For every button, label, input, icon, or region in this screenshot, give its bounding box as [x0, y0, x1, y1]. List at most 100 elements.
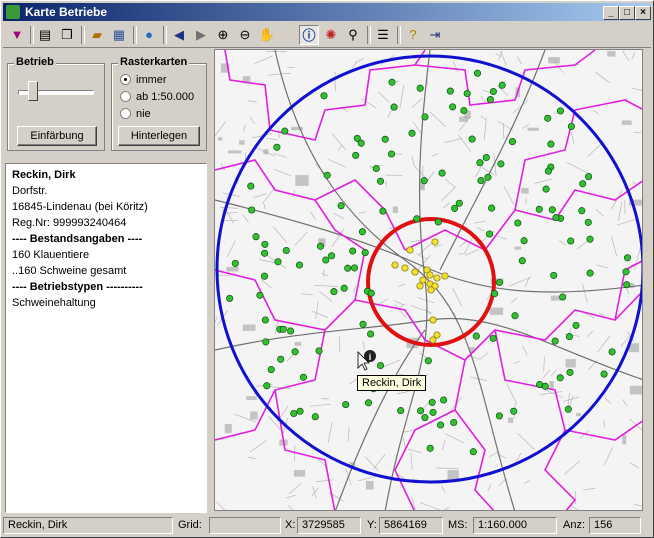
- forward-icon[interactable]: ▶: [191, 25, 211, 45]
- farm-marker[interactable]: [295, 261, 304, 269]
- farm-marker[interactable]: [281, 127, 289, 135]
- farm-marker[interactable]: [322, 256, 330, 264]
- farm-marker[interactable]: [489, 87, 497, 96]
- farm-marker[interactable]: [350, 264, 359, 272]
- farm-marker[interactable]: [608, 348, 616, 356]
- selected-farm-marker[interactable]: [441, 272, 449, 280]
- farm-marker[interactable]: [469, 448, 477, 456]
- farm-marker[interactable]: [477, 177, 485, 185]
- farm-marker[interactable]: [367, 330, 375, 338]
- radio-nie[interactable]: nie: [120, 108, 151, 121]
- farm-marker[interactable]: [544, 167, 552, 175]
- farm-marker[interactable]: [387, 150, 396, 158]
- farm-marker[interactable]: [514, 219, 522, 227]
- measure-icon[interactable]: ✺: [321, 25, 341, 45]
- farm-marker[interactable]: [535, 205, 543, 213]
- farm-marker[interactable]: [291, 348, 299, 356]
- farm-marker[interactable]: [359, 320, 367, 328]
- farm-marker[interactable]: [421, 113, 429, 121]
- farm-marker[interactable]: [344, 264, 352, 272]
- farm-marker[interactable]: [511, 312, 519, 320]
- radio-ab-50000[interactable]: ab 1:50.000: [120, 91, 194, 104]
- farm-marker[interactable]: [247, 182, 255, 190]
- farm-marker[interactable]: [261, 249, 269, 257]
- pan-hand-icon[interactable]: ✋: [257, 25, 277, 45]
- farm-marker[interactable]: [622, 268, 630, 276]
- farm-marker[interactable]: [451, 204, 459, 212]
- farm-marker[interactable]: [429, 408, 437, 416]
- farm-marker[interactable]: [390, 103, 398, 111]
- farm-marker[interactable]: [424, 357, 432, 365]
- exit-icon[interactable]: ⇥: [425, 25, 445, 45]
- farm-marker[interactable]: [536, 380, 544, 389]
- farm-marker[interactable]: [508, 138, 516, 146]
- farm-marker[interactable]: [600, 370, 608, 378]
- farm-marker[interactable]: [296, 407, 304, 415]
- farm-marker[interactable]: [252, 233, 260, 241]
- farm-marker[interactable]: [379, 207, 387, 215]
- farm-marker[interactable]: [282, 246, 290, 255]
- farm-marker[interactable]: [482, 153, 490, 162]
- selected-farm-marker[interactable]: [401, 264, 409, 272]
- farm-marker[interactable]: [311, 413, 319, 421]
- globe-icon[interactable]: ●: [139, 25, 159, 45]
- farm-marker[interactable]: [428, 398, 436, 406]
- farm-marker[interactable]: [358, 228, 366, 236]
- selected-farm-marker[interactable]: [411, 268, 419, 276]
- einfaerbung-button[interactable]: Einfärbung: [17, 126, 97, 146]
- farm-marker[interactable]: [434, 218, 442, 226]
- farm-marker[interactable]: [495, 412, 503, 420]
- farm-marker[interactable]: [267, 366, 275, 374]
- farm-marker[interactable]: [486, 230, 494, 238]
- farm-marker[interactable]: [468, 135, 476, 143]
- farm-marker[interactable]: [585, 173, 593, 181]
- farm-marker[interactable]: [578, 207, 586, 215]
- farm-marker[interactable]: [256, 291, 264, 299]
- selected-farm-marker[interactable]: [419, 276, 427, 284]
- farm-marker[interactable]: [388, 78, 396, 86]
- farm-marker[interactable]: [274, 258, 282, 266]
- slider-thumb[interactable]: [27, 81, 38, 101]
- farm-marker[interactable]: [491, 290, 499, 298]
- farm-marker[interactable]: [586, 235, 594, 243]
- farm-marker[interactable]: [416, 84, 424, 92]
- minimize-button[interactable]: _: [603, 6, 619, 20]
- farm-marker[interactable]: [455, 199, 463, 207]
- farm-marker[interactable]: [565, 333, 573, 341]
- farm-marker[interactable]: [518, 257, 526, 265]
- farm-marker[interactable]: [421, 414, 429, 422]
- farm-marker[interactable]: [261, 240, 269, 248]
- farm-marker[interactable]: [449, 103, 457, 111]
- farm-marker[interactable]: [567, 237, 575, 245]
- farm-marker[interactable]: [437, 421, 445, 429]
- farm-marker[interactable]: [489, 334, 497, 342]
- farm-marker[interactable]: [279, 325, 287, 333]
- grid-icon[interactable]: ▦: [109, 25, 129, 45]
- farm-marker[interactable]: [450, 418, 458, 427]
- farm-marker[interactable]: [552, 214, 560, 222]
- farm-marker[interactable]: [273, 143, 281, 151]
- zoom-in-icon[interactable]: ⊕: [213, 25, 233, 45]
- farm-marker[interactable]: [340, 284, 348, 292]
- farm-marker[interactable]: [320, 92, 328, 100]
- selected-farm-marker[interactable]: [429, 336, 437, 344]
- selected-farm-marker[interactable]: [429, 316, 437, 324]
- farm-marker[interactable]: [572, 321, 580, 329]
- map-view[interactable]: i Reckin, Dirk: [214, 49, 643, 511]
- farm-marker[interactable]: [510, 407, 518, 415]
- farm-marker[interactable]: [277, 355, 285, 363]
- selected-farm-marker[interactable]: [416, 282, 424, 290]
- farm-marker[interactable]: [473, 69, 482, 77]
- farm-marker[interactable]: [623, 281, 631, 289]
- back-icon[interactable]: ◀: [169, 25, 189, 45]
- farm-marker[interactable]: [349, 247, 357, 255]
- farm-marker[interactable]: [328, 252, 336, 260]
- farm-marker[interactable]: [413, 215, 421, 223]
- farm-marker[interactable]: [315, 347, 323, 355]
- farm-marker[interactable]: [566, 368, 574, 376]
- farm-marker[interactable]: [299, 373, 307, 381]
- selected-farm-marker[interactable]: [433, 274, 441, 282]
- selected-farm-marker[interactable]: [427, 286, 435, 294]
- radio-immer[interactable]: immer: [120, 74, 167, 87]
- farm-marker[interactable]: [579, 180, 587, 188]
